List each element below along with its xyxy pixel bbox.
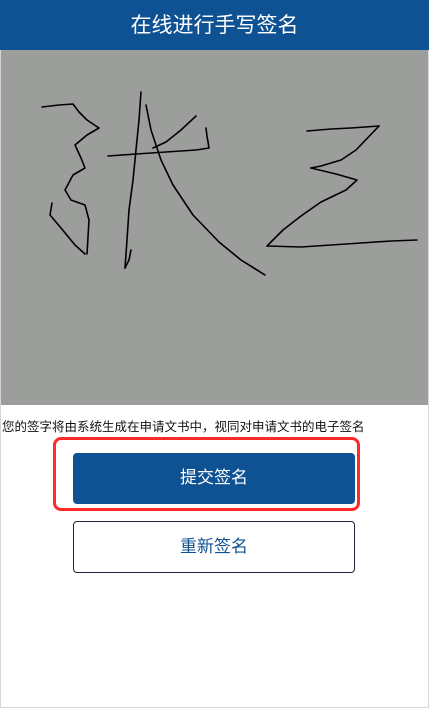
signature-stroke — [152, 115, 197, 149]
page-title: 在线进行手写签名 — [0, 0, 429, 50]
signature-stroke — [266, 167, 358, 247]
signature-stroke — [310, 125, 380, 169]
signature-stroke — [266, 239, 418, 248]
reset-signature-button[interactable]: 重新签名 — [73, 521, 355, 573]
signature-strokes — [41, 91, 418, 276]
signature-stroke — [49, 202, 86, 255]
submit-signature-button[interactable]: 提交签名 — [73, 453, 355, 504]
signature-notice: 您的签字将由系统生成在申请文书中，视同对申请文书的电子签名 — [2, 419, 365, 434]
signature-stroke — [145, 104, 266, 276]
signature-canvas[interactable] — [1, 50, 428, 405]
signature-stroke — [124, 91, 142, 269]
signature-stroke — [306, 125, 380, 132]
signature-stroke — [205, 127, 210, 149]
signature-stroke — [41, 103, 100, 255]
